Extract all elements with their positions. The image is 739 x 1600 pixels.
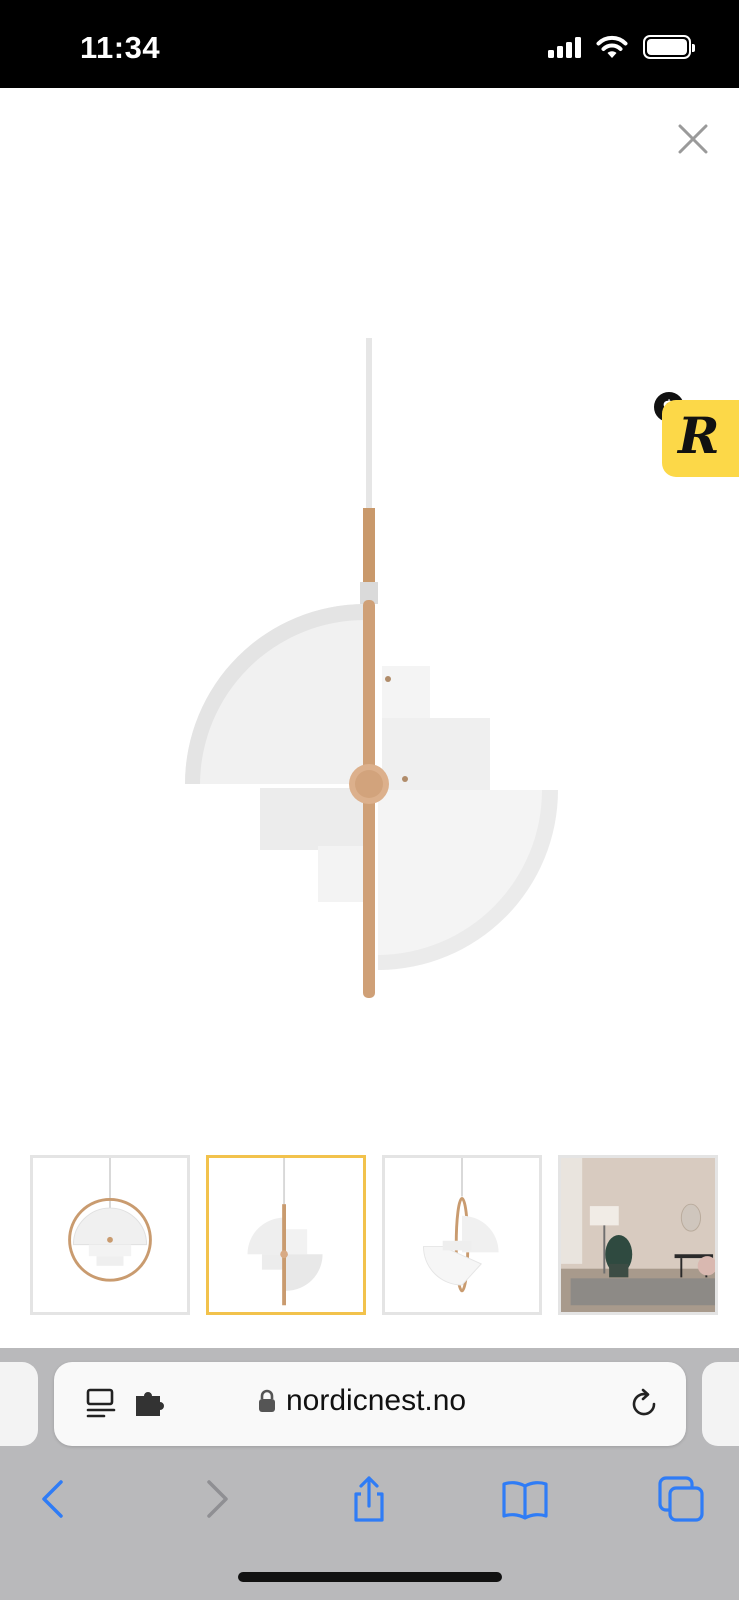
thumbnail-lamp-front-view[interactable] [30,1155,190,1315]
thumbnail-lamp-in-living-room[interactable] [558,1155,718,1315]
back-icon[interactable] [30,1474,80,1524]
reload-icon[interactable] [626,1386,662,1422]
wifi-icon [596,35,628,58]
thumbnail-strip [30,1155,718,1315]
battery-icon [643,35,695,59]
rakuten-extension-button[interactable]: R [662,400,739,477]
navigation-bar [0,1466,739,1536]
extensions-icon[interactable] [132,1386,168,1422]
status-time: 11:34 [80,30,161,65]
rakuten-logo-letter: R [678,406,720,465]
home-indicator[interactable] [238,1572,502,1582]
share-icon[interactable] [344,1474,394,1524]
thumbnail-lamp-side-view[interactable] [206,1155,366,1315]
browser-toolbar: nordicnest.no [0,1348,739,1600]
address-bar[interactable]: nordicnest.no [54,1362,686,1446]
cellular-signal-icon [548,36,581,58]
close-icon[interactable] [672,118,714,160]
next-tab-preview[interactable] [702,1362,739,1446]
image-viewer: $ R [0,88,739,1348]
status-bar: 11:34 [0,0,739,88]
tabs-icon[interactable] [656,1474,706,1524]
forward-icon[interactable] [190,1474,240,1524]
reader-mode-icon[interactable] [84,1386,120,1422]
bookmarks-icon[interactable] [500,1474,550,1524]
url-display[interactable]: nordicnest.no [258,1384,466,1418]
status-icons [548,34,695,60]
lock-icon [259,1389,275,1412]
main-product-image[interactable] [160,338,580,1018]
url-domain: nordicnest.no [286,1384,467,1417]
thumbnail-lamp-angle-view[interactable] [382,1155,542,1315]
previous-tab-preview[interactable] [0,1362,38,1446]
